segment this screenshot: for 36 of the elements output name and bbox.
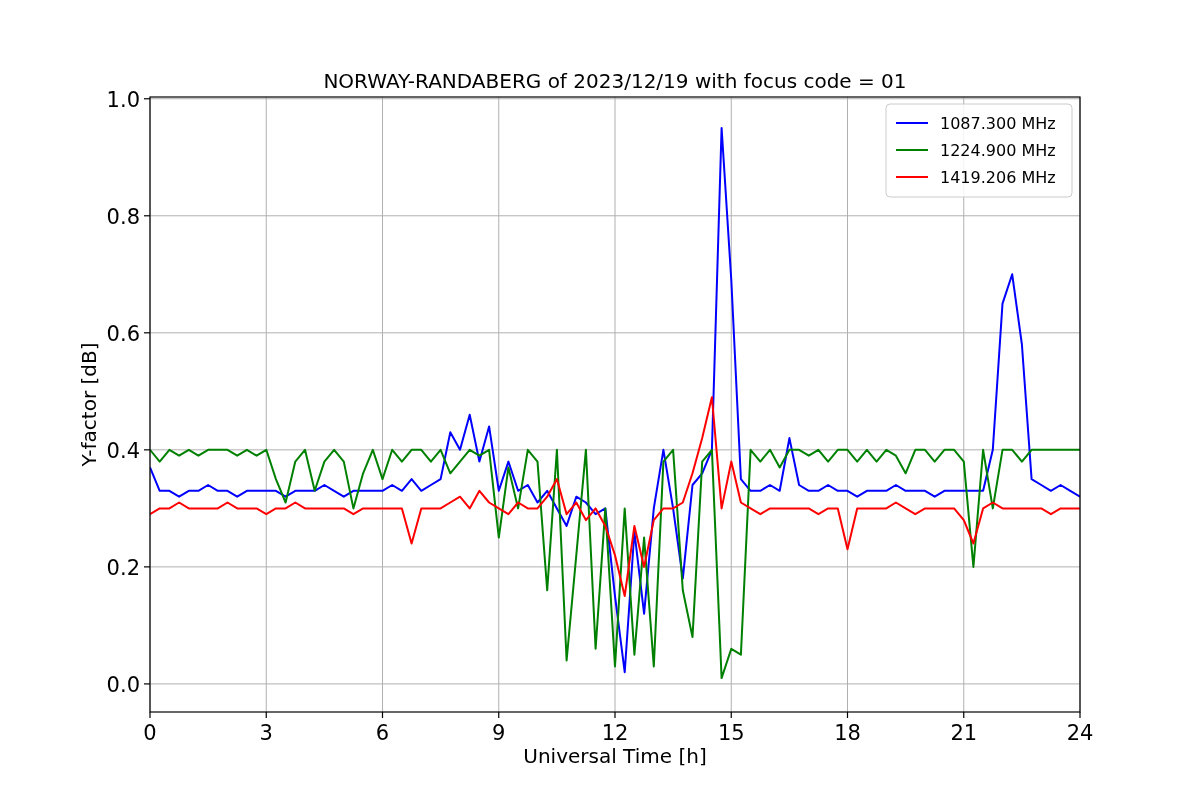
tick-mark (846, 711, 849, 719)
tick-label: 24 (1066, 721, 1094, 745)
tick-label: 21 (950, 721, 978, 745)
tick-label: 0.0 (106, 672, 140, 697)
tick-label: 3 (259, 721, 273, 745)
tick-label: 15 (717, 721, 745, 745)
chart-title: NORWAY-RANDABERG of 2023/12/19 with focus code = 01 (323, 69, 907, 93)
tick-mark (730, 711, 732, 719)
tick-label: 0 (143, 721, 157, 745)
tick-mark (143, 98, 151, 100)
tick-label: 0.4 (106, 438, 140, 463)
tick-label: 0.2 (106, 555, 140, 580)
tick-mark (1079, 711, 1081, 719)
legend-label: 1224.900 MHz (940, 141, 1056, 160)
tick-mark (614, 711, 616, 719)
legend-label: 1087.300 MHz (940, 114, 1056, 133)
tick-label: 12 (601, 721, 629, 745)
tick-mark (381, 711, 384, 719)
tick-label: 0.8 (106, 204, 140, 229)
tick-mark (265, 711, 267, 719)
y-axis-label: Y-factor [dB] (77, 342, 101, 467)
x-axis-label: Universal Time [h] (523, 744, 707, 768)
tick-mark (143, 332, 151, 334)
legend-label: 1419.206 MHz (940, 168, 1056, 187)
tick-mark (143, 215, 151, 217)
tick-label: 9 (492, 721, 506, 745)
tick-mark (143, 449, 151, 451)
tick-mark (143, 683, 151, 685)
tick-mark (149, 711, 151, 719)
tick-label: 0.6 (106, 321, 140, 346)
tick-label: 1.0 (106, 87, 140, 112)
tick-mark (143, 566, 151, 568)
tick-mark (498, 711, 500, 719)
tick-label: 18 (834, 721, 861, 745)
tick-label: 6 (375, 721, 390, 745)
tick-mark (963, 711, 965, 719)
